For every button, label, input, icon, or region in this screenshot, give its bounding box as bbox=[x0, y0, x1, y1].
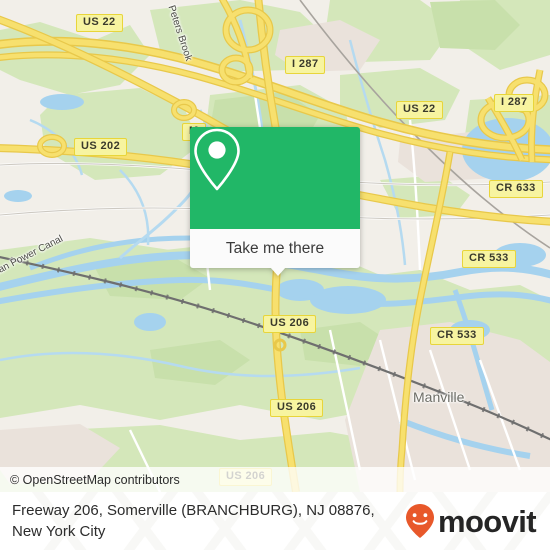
road-shield-i287-north[interactable]: I 287 bbox=[285, 56, 326, 74]
moovit-map-screenshot: Peters Brook itan Power Canal Manville U… bbox=[0, 0, 550, 550]
map-attribution[interactable]: © OpenStreetMap contributors bbox=[0, 467, 550, 492]
footer-bar: Freeway 206, Somerville (BRANCHBURG), NJ… bbox=[0, 492, 550, 550]
moovit-brand[interactable]: moovit bbox=[405, 503, 537, 539]
moovit-pin-icon bbox=[405, 504, 434, 538]
road-shield-us22-east[interactable]: US 22 bbox=[396, 101, 443, 119]
popup-pointer-tail bbox=[270, 267, 286, 276]
map-canvas[interactable]: Peters Brook itan Power Canal Manville U… bbox=[0, 0, 550, 492]
take-me-there-label: Take me there bbox=[225, 239, 325, 257]
place-label-manville: Manville bbox=[413, 389, 465, 405]
road-shield-i287-east[interactable]: I 287 bbox=[494, 94, 535, 112]
location-popup[interactable]: Take me there bbox=[190, 127, 360, 276]
popup-header bbox=[190, 127, 360, 229]
road-shield-us206-mid[interactable]: US 206 bbox=[270, 399, 324, 417]
location-address: Freeway 206, Somerville (BRANCHBURG), NJ… bbox=[12, 500, 375, 542]
map-pin-icon bbox=[194, 128, 240, 191]
attribution-text: © OpenStreetMap contributors bbox=[10, 472, 180, 487]
road-shield-cr533-south[interactable]: CR 533 bbox=[430, 327, 484, 345]
road-shield-cr633[interactable]: CR 633 bbox=[489, 180, 543, 198]
take-me-there-button[interactable]: Take me there bbox=[190, 229, 360, 268]
road-shield-cr533-north[interactable]: CR 533 bbox=[462, 250, 516, 268]
road-shield-us206-north[interactable]: US 206 bbox=[263, 315, 317, 333]
address-line-1: Freeway 206, Somerville (BRANCHBURG), NJ… bbox=[12, 502, 375, 519]
road-shield-us202[interactable]: US 202 bbox=[74, 138, 128, 156]
moovit-wordmark: moovit bbox=[437, 503, 537, 539]
road-shield-us22-west[interactable]: US 22 bbox=[76, 14, 123, 32]
address-line-2: New York City bbox=[12, 523, 106, 540]
